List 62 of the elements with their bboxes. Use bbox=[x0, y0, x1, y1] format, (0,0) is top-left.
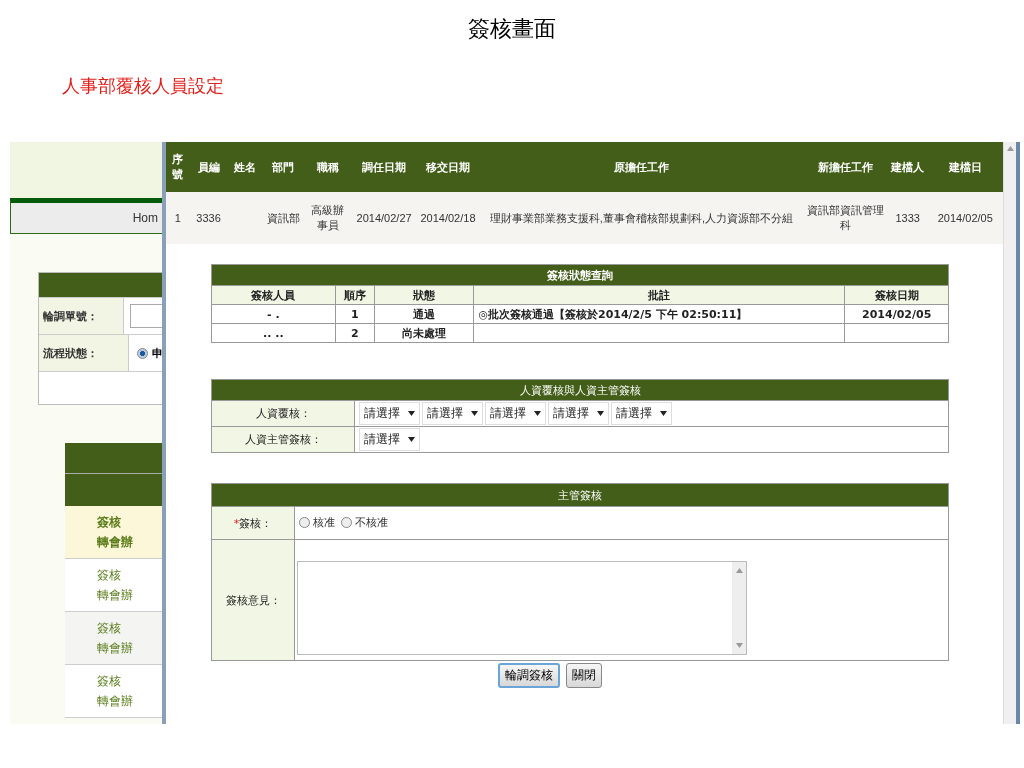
close-button[interactable]: 關閉 bbox=[566, 663, 602, 688]
field-label: 人資主管簽核： bbox=[211, 426, 355, 453]
column-header: 職稱 bbox=[303, 142, 353, 192]
scroll-up-icon[interactable] bbox=[1006, 146, 1014, 151]
caret-icon bbox=[597, 411, 604, 416]
scroll-up-icon[interactable] bbox=[735, 568, 743, 573]
table-cell: 資訊部資訊管理科 bbox=[802, 192, 888, 244]
table-cell: 理財事業部業務支援科,董事會稽核部規劃科,人力資源部不分組 bbox=[479, 192, 803, 244]
column-header: 建檔人 bbox=[887, 142, 928, 192]
column-header: 新擔任工作 bbox=[802, 142, 888, 192]
field-label: 輪調單號： bbox=[39, 298, 124, 334]
table-cell: 2014/02/05 bbox=[927, 192, 1003, 244]
field-label: 人資覆核： bbox=[211, 400, 355, 427]
comment-textarea[interactable] bbox=[297, 561, 747, 655]
scrollbar[interactable] bbox=[1003, 142, 1016, 724]
column-header: 員編 bbox=[189, 142, 228, 192]
caret-icon bbox=[660, 411, 667, 416]
section-header: 簽核狀態查詢 bbox=[211, 264, 949, 286]
table-cell: 2014/02/05 bbox=[844, 304, 949, 324]
select-dropdown[interactable]: 請選擇 bbox=[359, 428, 420, 451]
page-title: 簽核畫面 bbox=[467, 15, 557, 43]
column-header: 調任日期 bbox=[352, 142, 417, 192]
table-cell: 資訊部 bbox=[262, 192, 304, 244]
caret-icon bbox=[408, 411, 415, 416]
column-header: 原擔任工作 bbox=[479, 142, 803, 192]
caret-icon bbox=[408, 437, 415, 442]
table-cell: 高級辦事員 bbox=[303, 192, 353, 244]
select-dropdown[interactable]: 請選擇 bbox=[548, 402, 609, 425]
submit-button[interactable]: 輪調簽核 bbox=[498, 663, 560, 688]
column-header: 序號 bbox=[166, 142, 190, 192]
table-cell: 尚未處理 bbox=[374, 323, 474, 343]
table-cell: 2014/02/18 bbox=[416, 192, 480, 244]
caret-icon bbox=[534, 411, 541, 416]
table-cell: 2014/02/27 bbox=[352, 192, 417, 244]
table-cell: 1333 bbox=[887, 192, 928, 244]
table-cell: 1 bbox=[166, 192, 190, 244]
field-label: 流程狀態： bbox=[39, 335, 129, 371]
select-dropdown[interactable]: 請選擇 bbox=[611, 402, 672, 425]
column-header: 建檔日 bbox=[927, 142, 1003, 192]
section-header: 主管簽核 bbox=[211, 483, 949, 507]
section-subtitle: 人事部覆核人員設定 bbox=[62, 75, 225, 98]
column-header: 移交日期 bbox=[416, 142, 480, 192]
table-cell: 通過 bbox=[374, 304, 474, 324]
table-cell: 1 bbox=[335, 304, 375, 324]
select-dropdown[interactable]: 請選擇 bbox=[359, 402, 420, 425]
table-cell: 3336 bbox=[189, 192, 228, 244]
scroll-down-icon[interactable] bbox=[735, 643, 743, 648]
radio-option[interactable]: 不核准 bbox=[341, 515, 388, 530]
select-dropdown[interactable]: 請選擇 bbox=[422, 402, 483, 425]
table-cell: .. .. bbox=[211, 323, 336, 343]
radio-option[interactable]: 核准 bbox=[299, 515, 335, 530]
column-header: 姓名 bbox=[227, 142, 263, 192]
column-header: 部門 bbox=[262, 142, 304, 192]
table-cell: 2 bbox=[335, 323, 375, 343]
field-label: 簽核意見： bbox=[211, 539, 295, 661]
table-cell: - . bbox=[211, 304, 336, 324]
table-cell: ◎批次簽核通過【簽核於2014/2/5 下午 02:50:11】 bbox=[473, 304, 845, 324]
section-header: 人資覆核與人資主管簽核 bbox=[211, 379, 949, 401]
select-dropdown[interactable]: 請選擇 bbox=[485, 402, 546, 425]
caret-icon bbox=[471, 411, 478, 416]
radio-option[interactable]: 申 bbox=[137, 345, 163, 361]
field-label: *簽核： bbox=[211, 506, 295, 540]
